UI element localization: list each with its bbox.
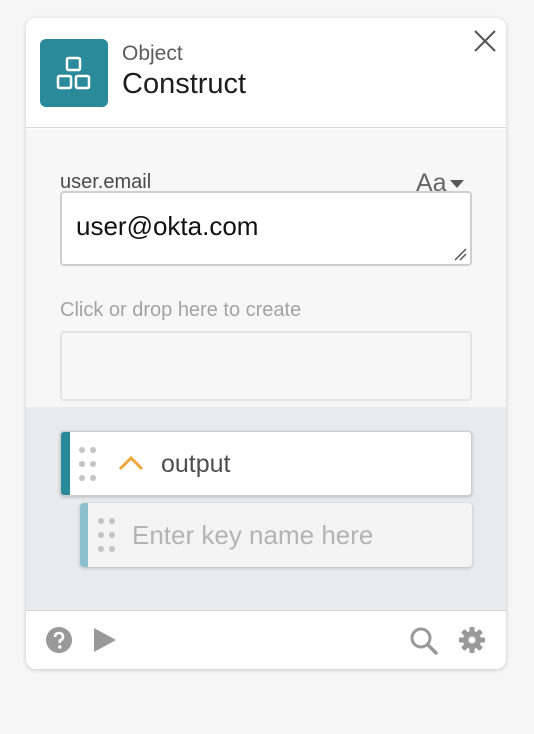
inputs-section: user.email Aa user@okta.com Click or dro… — [26, 129, 506, 407]
drag-handle-icon[interactable] — [79, 447, 99, 481]
value-field[interactable]: user@okta.com — [60, 191, 472, 266]
search-icon[interactable] — [409, 626, 439, 656]
gear-icon[interactable] — [458, 626, 486, 654]
close-icon[interactable] — [470, 26, 500, 56]
key-name-input[interactable] — [132, 517, 452, 553]
output-label: output — [161, 450, 231, 478]
card-title: Construct — [122, 68, 247, 100]
card-header: Object Construct — [26, 18, 506, 128]
outputs-section: output — [26, 407, 506, 610]
output-row-stripe — [61, 432, 70, 495]
play-icon[interactable] — [92, 626, 118, 654]
drop-hint: Click or drop here to create — [60, 299, 302, 321]
chevron-up-icon[interactable] — [117, 452, 145, 474]
drag-handle-icon[interactable] — [98, 518, 118, 552]
card-subtitle: Object — [122, 42, 183, 65]
output-row[interactable]: output — [60, 431, 472, 496]
key-row-stripe — [80, 503, 88, 567]
card-footer — [26, 610, 506, 669]
resize-grip-icon[interactable] — [453, 247, 467, 261]
key-row — [80, 503, 472, 567]
help-icon[interactable] — [45, 626, 73, 654]
construct-card: Object Construct user.email Aa user@okta… — [26, 18, 506, 669]
object-construct-icon — [40, 39, 108, 107]
value-text: user@okta.com — [76, 211, 259, 241]
drop-zone[interactable] — [60, 331, 472, 401]
caret-down-icon — [449, 180, 464, 189]
